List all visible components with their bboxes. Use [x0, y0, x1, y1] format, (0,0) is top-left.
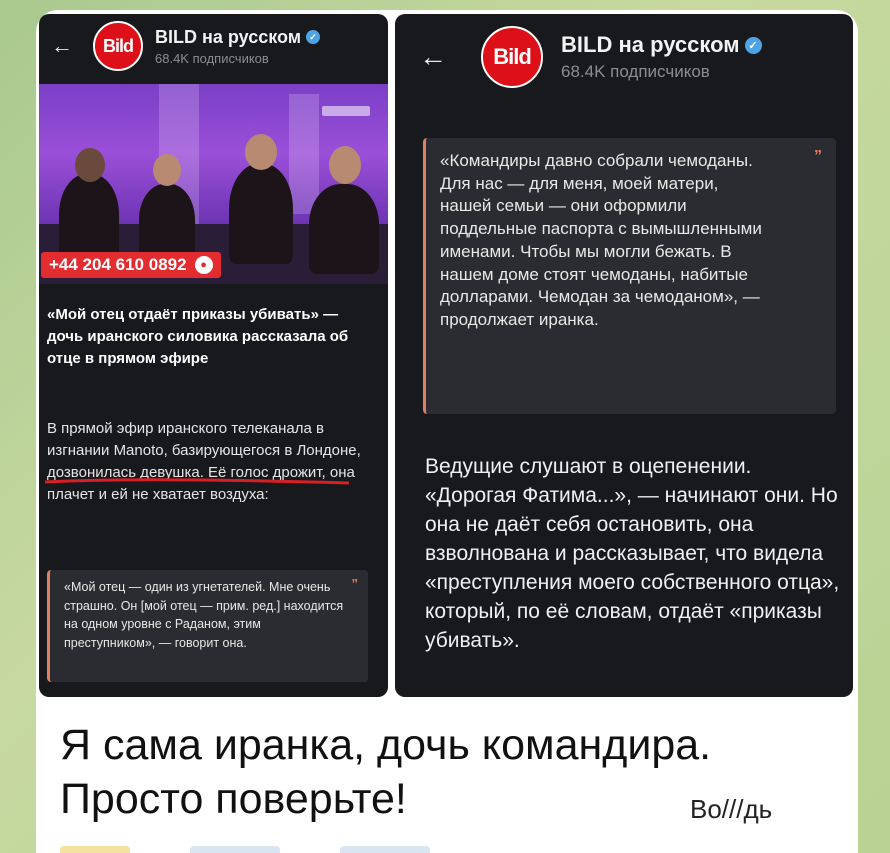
channel-title-block[interactable]: BILD на русском ✓ 68.4K подписчиков: [561, 32, 762, 82]
studio-photo[interactable]: +44 204 610 0892 ●: [39, 84, 388, 284]
reaction-bar: [60, 846, 820, 853]
channel-title-block[interactable]: BILD на русском ✓ 68.4K подписчиков: [155, 26, 321, 66]
back-arrow-icon[interactable]: ←: [45, 33, 79, 59]
bild-logo[interactable]: Bild: [93, 21, 143, 71]
quote-text: «Командиры давно собрали чемоданы. Для н…: [440, 151, 762, 329]
host-head: [329, 146, 361, 184]
back-arrow-icon[interactable]: ←: [413, 41, 453, 73]
phone-number-banner: +44 204 610 0892 ●: [41, 252, 221, 278]
channel-header: ← Bild BILD на русском ✓ 68.4K подписчик…: [395, 14, 853, 100]
channel-watermark: [322, 106, 370, 116]
host-person: [309, 184, 379, 274]
channel-name-text: BILD на русском: [155, 26, 302, 47]
post-body: Ведущие слушают в оцепенении. «Дорогая Ф…: [425, 455, 840, 652]
quote-mark-icon: ”: [351, 576, 359, 591]
microphone-icon: ●: [194, 256, 213, 274]
host-person: [59, 174, 119, 264]
caption-line-1: Я сама иранка, дочь командира.: [60, 721, 712, 769]
channel-header: ← Bild BILD на русском ✓ 68.4K подписчик…: [39, 14, 388, 78]
subscriber-count: 68.4K подписчиков: [561, 62, 710, 81]
channel-name: BILD на русском ✓: [561, 32, 762, 58]
reaction-chip[interactable]: [340, 846, 430, 853]
host-person: [229, 164, 293, 264]
reaction-chip[interactable]: [60, 846, 130, 853]
host-head: [245, 134, 277, 170]
left-screenshot: ← Bild BILD на русском ✓ 68.4K подписчик…: [39, 14, 388, 697]
quote-block: «Командиры давно собрали чемоданы. Для н…: [423, 138, 836, 414]
bild-logo[interactable]: Bild: [481, 26, 543, 88]
quote-block: «Мой отец — один из угнетателей. Мне оче…: [47, 570, 368, 682]
verified-badge-icon: ✓: [306, 30, 321, 44]
host-head: [75, 148, 105, 182]
studio-light: [289, 94, 319, 214]
red-underline: [44, 478, 350, 485]
post-body: В прямой эфир иранского телеканала в изг…: [47, 420, 361, 503]
host-head: [153, 154, 181, 186]
right-screenshot: ← Bild BILD на русском ✓ 68.4K подписчик…: [395, 14, 853, 697]
signature: Во///дь: [690, 794, 773, 824]
subscriber-count: 68.4K подписчиков: [155, 50, 269, 66]
channel-name: BILD на русском ✓: [155, 26, 321, 48]
quote-text: «Мой отец — один из угнетателей. Мне оче…: [64, 580, 344, 650]
post-headline: «Мой отец отдаёт приказы убивать» — дочь…: [47, 306, 349, 367]
phone-number: +44 204 610 0892: [49, 255, 187, 274]
verified-badge-icon: ✓: [744, 36, 762, 54]
channel-name-text: BILD на русском: [561, 32, 740, 57]
reaction-chip[interactable]: [190, 846, 280, 853]
quote-mark-icon: ”: [814, 148, 822, 165]
